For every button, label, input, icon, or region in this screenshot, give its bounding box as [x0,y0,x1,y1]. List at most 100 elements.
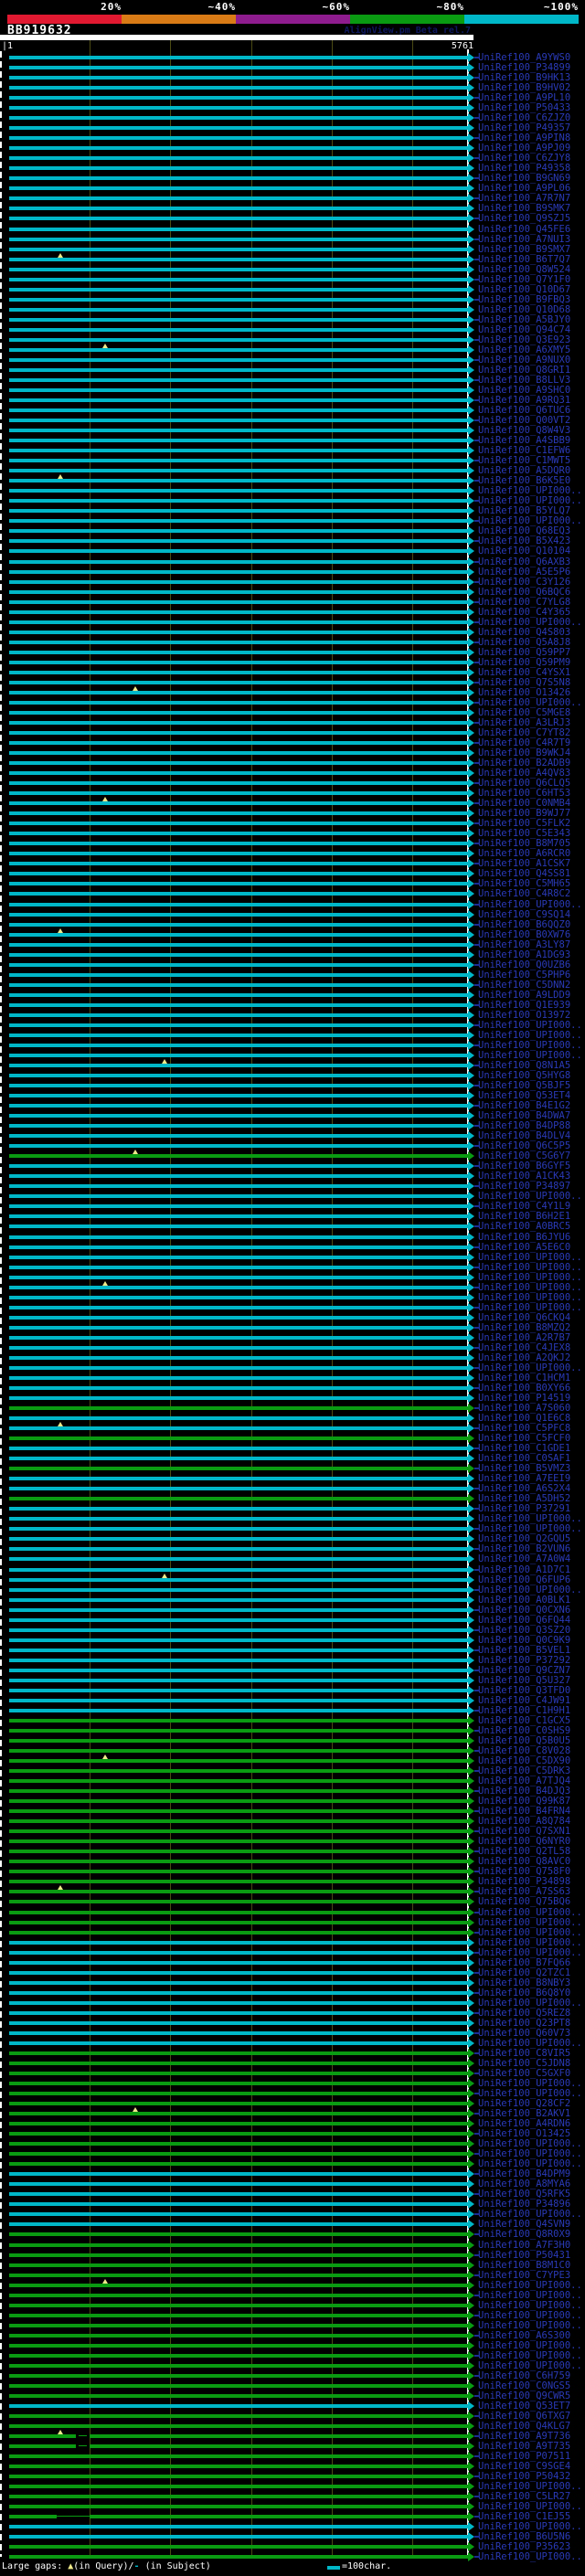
alignment-bar[interactable] [9,2495,468,2499]
alignment-row[interactable]: UniRef100_UPI000.. [0,1272,585,1283]
alignment-bar[interactable] [9,1375,468,1380]
alignment-row[interactable]: UniRef100_C3Y126 [0,577,585,588]
alignment-bar[interactable] [9,882,468,886]
alignment-bar[interactable] [9,1385,468,1390]
alignment-bar[interactable] [9,1980,468,1985]
alignment-row[interactable]: UniRef100_A0BLK1 [0,1595,585,1606]
alignment-bar[interactable] [9,2475,468,2479]
hit-label[interactable]: UniRef100_C7YLG8 [478,597,584,608]
alignment-row[interactable]: UniRef100_UPI000.. [0,2552,585,2562]
alignment-bar[interactable] [9,1809,468,1814]
alignment-row[interactable]: UniRef100_P50431 [0,2250,585,2261]
alignment-bar[interactable] [9,1759,468,1764]
alignment-bar[interactable] [9,1577,468,1582]
alignment-row[interactable]: UniRef100_Q6BQC6 [0,587,585,598]
hit-label[interactable]: UniRef100_UPI000.. [478,1585,584,1595]
alignment-bar[interactable] [9,1769,468,1774]
alignment-row[interactable]: UniRef100_B6T7Q7 [0,252,585,265]
hit-label[interactable]: UniRef100_Q7Y1F0 [478,274,584,285]
alignment-bar[interactable] [9,1416,468,1421]
alignment-bar[interactable] [9,247,468,251]
alignment-bar[interactable] [9,196,468,201]
alignment-row[interactable]: UniRef100_B6QQZ0 [0,919,585,930]
alignment-bar[interactable] [9,1033,468,1037]
alignment-bar[interactable] [9,1850,468,1854]
alignment-bar[interactable] [9,2212,468,2217]
alignment-bar[interactable] [9,1708,468,1712]
alignment-bar[interactable] [9,519,468,524]
alignment-bar[interactable] [9,186,468,191]
alignment-bar[interactable] [9,166,468,171]
alignment-bar[interactable] [9,267,468,271]
hit-label[interactable]: UniRef100_B0XW76 [478,929,584,940]
hit-label[interactable]: UniRef100_A0BRC5 [478,1222,584,1232]
alignment-bar[interactable] [9,327,468,332]
alignment-bar[interactable] [9,2424,468,2429]
alignment-bar[interactable] [9,2283,468,2287]
alignment-row[interactable]: UniRef100_Q0CXN6 [0,1605,585,1616]
alignment-row[interactable]: UniRef100_UPI000.. [0,1262,585,1273]
alignment-bar[interactable] [9,1960,468,1965]
alignment-bar[interactable] [9,771,468,776]
alignment-bar[interactable] [9,1789,468,1794]
hit-label[interactable]: UniRef100_Q9SZJ5 [478,214,584,224]
alignment-bar[interactable] [9,972,468,977]
alignment-row[interactable]: UniRef100_UPI000.. [0,1280,585,1293]
alignment-bar[interactable] [9,429,468,433]
alignment-bar[interactable] [9,257,468,261]
alignment-bar[interactable] [9,2363,468,2368]
alignment-row[interactable]: UniRef100_A7F3H0 [0,2240,585,2251]
alignment-bar[interactable] [9,1224,468,1229]
alignment-bar[interactable] [9,2253,468,2257]
hit-label[interactable]: UniRef100_Q10104 [478,546,584,557]
alignment-bar[interactable] [9,630,468,634]
alignment-bar[interactable] [9,1839,468,1844]
hit-label[interactable]: UniRef100_C4R8C2 [478,889,584,899]
alignment-bar[interactable] [9,1950,468,1955]
alignment-bar[interactable] [9,710,468,715]
hit-label[interactable]: UniRef100_A3LY87 [478,939,584,950]
alignment-row[interactable]: UniRef100_UPI000.. [0,899,585,910]
alignment-bar[interactable] [9,2263,468,2267]
alignment-bar[interactable] [9,1728,468,1733]
alignment-bar[interactable] [9,146,468,151]
hit-label[interactable]: UniRef100_Q6FQ44 [478,1615,584,1626]
hit-label[interactable]: UniRef100_A5E6C0 [478,1242,584,1253]
alignment-bar[interactable] [9,741,468,746]
alignment-bar[interactable] [9,922,468,927]
alignment-bar[interactable] [9,439,468,443]
alignment-bar[interactable] [9,2172,468,2177]
alignment-bar[interactable] [9,2505,468,2509]
alignment-bar[interactable] [9,1497,468,1501]
alignment-bar[interactable] [9,2000,468,2005]
alignment-row[interactable]: UniRef100_A3LY87 [0,939,585,950]
hit-label[interactable]: UniRef100_P50431 [478,2250,584,2261]
alignment-bar[interactable] [9,992,468,997]
alignment-bar[interactable] [9,1104,468,1108]
alignment-bar[interactable] [9,2323,468,2327]
alignment-row[interactable]: UniRef100_Q7Y1F0 [0,274,585,285]
alignment-row[interactable]: UniRef100_Q6AXB3 [0,557,585,567]
alignment-bar[interactable] [9,2525,468,2529]
alignment-bar[interactable] [9,579,468,584]
alignment-bar[interactable] [9,449,468,453]
alignment-bar[interactable] [9,2020,468,2025]
hit-label[interactable]: UniRef100_A7F3H0 [478,2240,584,2251]
alignment-row[interactable]: UniRef100_B6JYU6 [0,1232,585,1243]
alignment-bar[interactable] [9,1567,468,1572]
alignment-row[interactable]: UniRef100_UPI000.. [0,1937,585,1948]
hit-label[interactable]: UniRef100_A5E5P6 [478,567,584,578]
alignment-bar[interactable] [9,2112,468,2116]
hit-label[interactable]: UniRef100_A1DG93 [478,949,584,960]
alignment-row[interactable]: UniRef100_UPI000.. [0,2290,585,2301]
alignment-bar[interactable] [9,720,468,725]
alignment-bar[interactable] [9,2152,468,2157]
alignment-bar[interactable] [9,2122,468,2126]
alignment-bar[interactable] [9,842,468,846]
alignment-bar[interactable] [9,2273,468,2277]
alignment-bar[interactable] [9,1002,468,1007]
alignment-row[interactable]: UniRef100_B0XW76 [0,928,585,940]
alignment-bar[interactable] [9,1214,468,1219]
alignment-bar[interactable] [9,1345,468,1350]
alignment-bar[interactable] [9,2333,468,2337]
